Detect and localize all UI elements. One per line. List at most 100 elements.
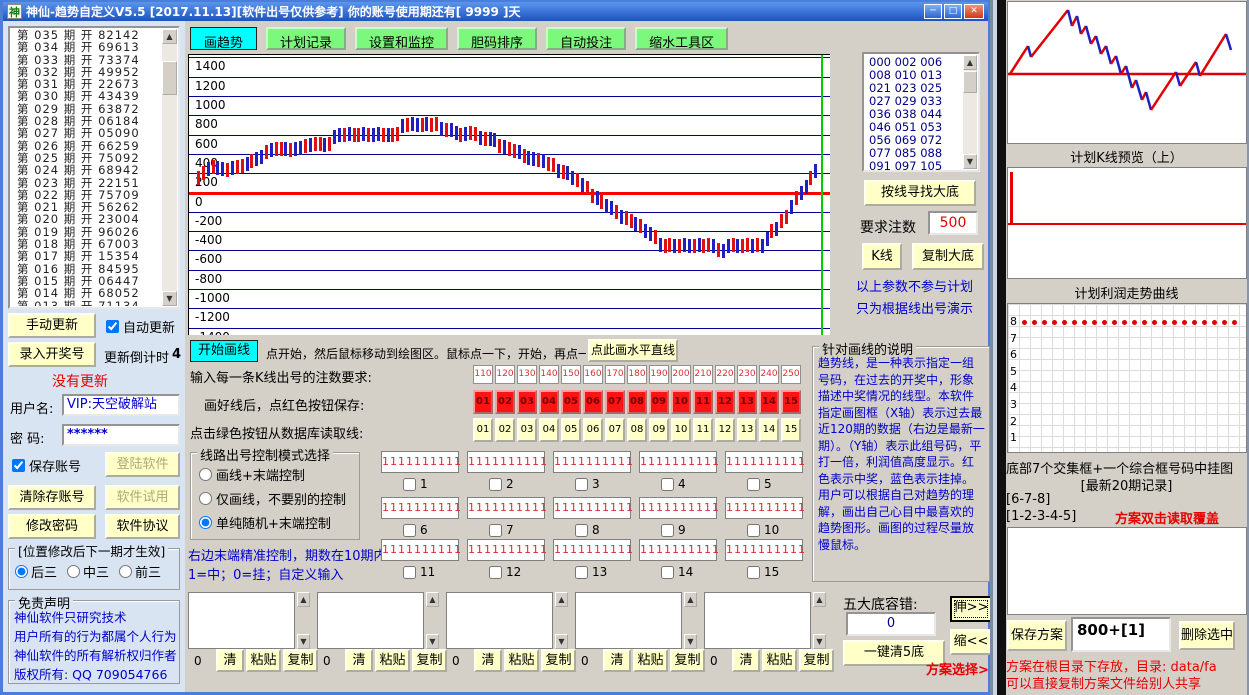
paste-button-5[interactable]: 粘贴	[762, 649, 797, 672]
load-line-button-3[interactable]: 03	[517, 418, 537, 442]
stake-count-input[interactable]: 500	[928, 211, 978, 235]
load-line-button-1[interactable]: 01	[473, 418, 493, 442]
trial-button[interactable]: 软件试用	[105, 485, 180, 510]
save-line-button-6[interactable]: 06	[583, 390, 603, 414]
save-line-button-2[interactable]: 02	[495, 390, 515, 414]
plan-select-link[interactable]: 方案选择>>	[926, 659, 1000, 678]
save-line-button-11[interactable]: 11	[693, 390, 713, 414]
load-line-button-8[interactable]: 08	[627, 418, 647, 442]
shrink-button[interactable]: 缩<<	[950, 629, 992, 655]
trend-chart[interactable]: 1400120010008006004002000-200-400-600-80…	[188, 54, 830, 335]
number-group-row[interactable]: 091 097 105	[865, 160, 962, 172]
result-textarea-3[interactable]	[446, 592, 553, 649]
terminal-checkbox-7[interactable]	[489, 524, 502, 537]
save-line-button-13[interactable]: 13	[737, 390, 757, 414]
list-item[interactable]: 第 024 期 开 68942	[12, 164, 161, 176]
load-line-button-2[interactable]: 02	[495, 418, 515, 442]
copy-button-1[interactable]: 复制	[283, 649, 318, 672]
list-item[interactable]: 第 020 期 开 23004	[12, 213, 161, 225]
clear-account-button[interactable]: 清除存账号	[8, 485, 96, 510]
mode-option-2[interactable]: 仅画线，不要别的控制	[199, 489, 346, 508]
position-radio-1[interactable]	[15, 565, 28, 578]
save-line-button-15[interactable]: 15	[781, 390, 801, 414]
save-line-button-14[interactable]: 14	[759, 390, 779, 414]
stake-input-12[interactable]: 220	[715, 365, 735, 384]
mode-radio-2[interactable]	[199, 492, 212, 505]
clear-button-4[interactable]: 清	[603, 649, 631, 672]
list-item[interactable]: 第 017 期 开 15354	[12, 250, 161, 262]
save-line-button-1[interactable]: 01	[473, 390, 493, 414]
paste-button-3[interactable]: 粘贴	[504, 649, 539, 672]
scroll-up-icon[interactable]: ▲	[963, 55, 977, 70]
save-line-button-12[interactable]: 12	[715, 390, 735, 414]
scroll-down-icon[interactable]: ▼	[555, 634, 568, 649]
manual-update-button[interactable]: 手动更新	[8, 313, 96, 338]
list-item[interactable]: 第 030 期 开 43439	[12, 90, 161, 102]
list-item[interactable]: 第 034 期 开 69613	[12, 41, 161, 53]
paste-button-4[interactable]: 粘贴	[633, 649, 668, 672]
close-button[interactable]: ✕	[964, 4, 984, 19]
scroll-up-icon[interactable]: ▲	[813, 592, 826, 607]
position-radio-3[interactable]	[119, 565, 132, 578]
plan-listbox[interactable]	[1007, 527, 1247, 615]
stake-input-11[interactable]: 210	[693, 365, 713, 384]
find-bottom-button[interactable]: 按线寻找大底	[864, 180, 976, 206]
tab-2[interactable]: 计划记录	[266, 27, 346, 50]
agreement-button[interactable]: 软件协议	[105, 514, 180, 539]
plan-name-input[interactable]: 800+[1]	[1071, 617, 1171, 652]
textarea-scrollbar-2[interactable]: ▲▼	[426, 592, 439, 649]
terminal-checkbox-11[interactable]	[403, 566, 416, 579]
stake-input-9[interactable]: 190	[649, 365, 669, 384]
scrollbar-thumb[interactable]	[162, 61, 177, 95]
tab-1[interactable]: 画趋势	[190, 27, 257, 50]
delete-selected-button[interactable]: 删除选中	[1179, 621, 1235, 650]
stake-input-7[interactable]: 170	[605, 365, 625, 384]
load-line-button-13[interactable]: 13	[737, 418, 757, 442]
load-line-button-15[interactable]: 15	[781, 418, 801, 442]
textarea-scrollbar-4[interactable]: ▲▼	[684, 592, 697, 649]
load-line-button-14[interactable]: 14	[759, 418, 779, 442]
terminal-control-input-2[interactable]: 1111111111	[467, 451, 545, 473]
password-field[interactable]: ******	[62, 424, 180, 446]
clear-button-5[interactable]: 清	[732, 649, 760, 672]
terminal-control-input-9[interactable]: 1111111111	[639, 497, 717, 519]
paste-button-2[interactable]: 粘贴	[375, 649, 410, 672]
tab-3[interactable]: 设置和监控	[355, 27, 448, 50]
scroll-up-icon[interactable]: ▲	[684, 592, 697, 607]
terminal-checkbox-3[interactable]	[575, 478, 588, 491]
terminal-checkbox-15[interactable]	[747, 566, 760, 579]
terminal-checkbox-1[interactable]	[403, 478, 416, 491]
stake-input-5[interactable]: 150	[561, 365, 581, 384]
tab-6[interactable]: 缩水工具区	[635, 27, 728, 50]
list-item[interactable]: 第 014 期 开 68052	[12, 287, 161, 299]
terminal-checkbox-2[interactable]	[489, 478, 502, 491]
minimize-button[interactable]: ─	[924, 4, 942, 19]
scroll-up-icon[interactable]: ▲	[162, 29, 177, 44]
terminal-control-input-15[interactable]: 1111111111	[725, 539, 803, 561]
stake-input-8[interactable]: 180	[627, 365, 647, 384]
terminal-checkbox-4[interactable]	[661, 478, 674, 491]
save-line-button-3[interactable]: 03	[517, 390, 537, 414]
terminal-control-input-13[interactable]: 1111111111	[553, 539, 631, 561]
load-line-button-12[interactable]: 12	[715, 418, 735, 442]
scroll-down-icon[interactable]: ▼	[963, 154, 977, 169]
save-line-button-8[interactable]: 08	[627, 390, 647, 414]
position-option-3[interactable]: 前三	[119, 562, 161, 581]
draw-list-scrollbar[interactable]: ▲ ▼	[162, 29, 177, 306]
expand-button[interactable]: 伸>>	[950, 596, 992, 622]
terminal-checkbox-12[interactable]	[489, 566, 502, 579]
terminal-control-input-7[interactable]: 1111111111	[467, 497, 545, 519]
save-line-button-4[interactable]: 04	[539, 390, 559, 414]
stake-input-1[interactable]: 110	[473, 365, 493, 384]
tab-4[interactable]: 胆码排序	[457, 27, 537, 50]
stake-input-13[interactable]: 230	[737, 365, 757, 384]
terminal-control-input-4[interactable]: 1111111111	[639, 451, 717, 473]
maximize-button[interactable]: □	[944, 4, 962, 19]
scroll-down-icon[interactable]: ▼	[813, 634, 826, 649]
terminal-checkbox-9[interactable]	[661, 524, 674, 537]
login-button[interactable]: 登陆软件	[105, 452, 180, 477]
terminal-control-input-12[interactable]: 1111111111	[467, 539, 545, 561]
draw-history-list[interactable]: 第 035 期 开 82142第 034 期 开 69613第 033 期 开 …	[8, 26, 180, 309]
position-option-1[interactable]: 后三	[15, 562, 57, 581]
list-item[interactable]: 第 027 期 开 05090	[12, 127, 161, 139]
